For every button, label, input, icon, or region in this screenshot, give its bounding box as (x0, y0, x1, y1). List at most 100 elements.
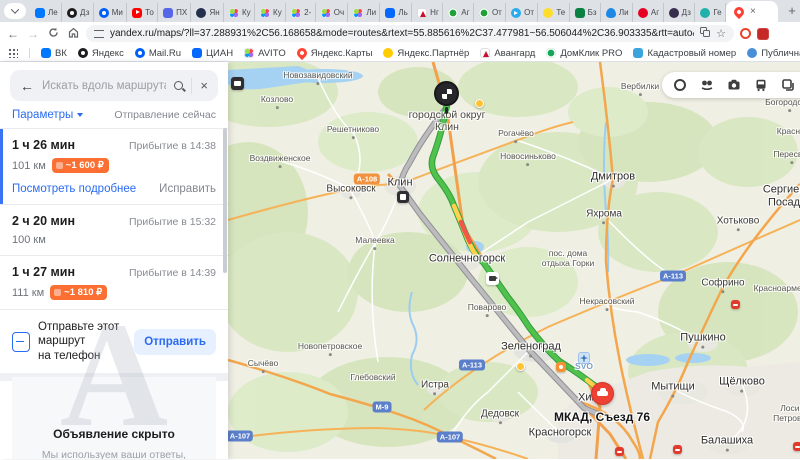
bookmark-label: AVITO (258, 48, 286, 59)
bookmark-item[interactable]: ВК (41, 48, 67, 59)
bookmark-item[interactable]: AVITO (244, 48, 286, 59)
pinned-tab[interactable]: Ку (255, 3, 286, 22)
pinned-tab[interactable]: От (506, 3, 538, 22)
layers-icon[interactable] (778, 75, 798, 95)
pinned-tab[interactable]: Ли (348, 3, 380, 22)
pinned-tab[interactable]: Аг (443, 3, 474, 22)
pinned-tab[interactable]: Дз (62, 3, 94, 22)
back-arrow-icon[interactable]: ← (20, 78, 34, 94)
pinned-tab[interactable]: Те (538, 3, 569, 22)
pinned-tab[interactable]: Ге (695, 3, 726, 22)
sber-favicon (479, 8, 489, 18)
bookmark-item[interactable]: Кадастровый номер (633, 48, 736, 59)
route-arrival: Прибытие в 14:38 (129, 140, 216, 152)
tab-title: От (492, 8, 502, 17)
bookmark-item[interactable]: Яндекс (78, 48, 124, 59)
vk-favicon (35, 8, 45, 18)
bookmark-item[interactable]: Авангард (480, 48, 535, 59)
bookmark-star-icon[interactable]: ☆ (716, 27, 726, 40)
back-button[interactable]: ← (6, 27, 20, 41)
cian-favicon (192, 48, 202, 58)
route-option-1[interactable]: 1 ч 26 мин Прибытие в 14:38 101 км ~1 60… (0, 129, 228, 204)
home-button[interactable] (66, 27, 80, 41)
pinned-tab[interactable]: Ку (224, 3, 255, 22)
transport-icon[interactable] (751, 75, 771, 95)
extension-o-icon[interactable] (740, 28, 751, 39)
pinned-tab[interactable]: Ль (380, 3, 412, 22)
railway-badge-icon[interactable] (793, 442, 800, 451)
search-bar[interactable]: ← × (10, 70, 218, 101)
extension-grid-icon[interactable] (757, 28, 769, 40)
road-badge: А-108 (354, 174, 380, 185)
pinned-tab[interactable]: Дз (664, 3, 696, 22)
pinned-tab[interactable]: То (127, 3, 158, 22)
route-endpoint-marker-mkad[interactable] (591, 382, 614, 405)
translate-icon[interactable] (700, 27, 710, 40)
tab-title: ПХ (176, 8, 187, 17)
road-badge: А-107 (228, 431, 253, 442)
vk-favicon (41, 48, 51, 58)
reload-button[interactable] (46, 27, 60, 41)
send-button[interactable]: Отправить (134, 329, 216, 355)
yellow-pin-icon[interactable] (516, 362, 525, 371)
pinned-tab[interactable]: От (474, 3, 506, 22)
road-badge: А-113 (660, 271, 686, 282)
tab-title: Те (556, 8, 565, 17)
bookmark-item[interactable]: Яндекс.Партнёр (383, 48, 469, 59)
pinned-tab[interactable]: Ли (601, 3, 633, 22)
new-tab-button[interactable]: + (784, 3, 800, 19)
pinned-tab[interactable]: Ми (94, 3, 127, 22)
speed-camera-icon[interactable] (486, 272, 499, 285)
traffic-icon[interactable] (670, 75, 690, 95)
ad-title: Объявление скрыто (12, 427, 216, 441)
bookmark-item[interactable]: ЦИАН (192, 48, 233, 59)
forward-button[interactable]: → (26, 27, 40, 41)
bookmark-item[interactable]: Mail.Ru (135, 48, 181, 59)
active-tab-yandex-maps[interactable]: × (726, 1, 778, 22)
close-icon[interactable]: × (200, 79, 208, 92)
airport-plane-icon[interactable] (578, 352, 590, 364)
railway-badge-icon[interactable] (673, 445, 682, 454)
ad-card[interactable]: Объявление скрыто Мы используем ваши отв… (12, 377, 216, 459)
bookmark-item[interactable]: Яндекс.Карты (297, 48, 373, 59)
url-text[interactable]: yandex.ru/maps/?ll=37.288931%2C56.168658… (110, 28, 694, 39)
search-input[interactable] (42, 80, 166, 92)
pinned-tab[interactable]: Бз (570, 3, 601, 22)
pinned-tab[interactable]: Ле (30, 3, 62, 22)
params-dropdown[interactable]: Параметры (12, 109, 83, 121)
railway-badge-icon[interactable] (731, 300, 740, 309)
tab-search-button[interactable] (4, 3, 26, 19)
bookmark-label: ЦИАН (206, 48, 233, 59)
map-canvas[interactable]: НовозавидовскийКозловоРешетниковоВоздвиж… (228, 62, 800, 459)
pinned-tab[interactable]: 2- (286, 3, 316, 22)
divider (29, 48, 30, 58)
pinned-tab[interactable]: Оч (316, 3, 349, 22)
close-tab-icon[interactable]: × (750, 7, 756, 17)
departure-time-label[interactable]: Отправление сейчас (114, 109, 216, 121)
route-details-link[interactable]: Посмотреть подробнее (12, 183, 136, 195)
pinned-tab[interactable]: Аг (633, 3, 664, 22)
yellow-pin-icon[interactable] (475, 99, 484, 108)
apps-grid-icon[interactable] (8, 48, 18, 58)
avito-favicon (321, 8, 331, 18)
pinned-tab[interactable]: Нг (412, 3, 443, 22)
site-settings-icon[interactable] (94, 30, 104, 38)
search-icon[interactable] (174, 81, 183, 90)
sidebar-scrollbar[interactable] (223, 128, 227, 273)
route-endpoint-marker-klin[interactable] (434, 81, 459, 106)
bookmark-item[interactable]: Публичная кадастр... (747, 48, 800, 59)
pinned-tab[interactable]: Ян (191, 3, 223, 22)
panoramas-icon[interactable] (697, 75, 717, 95)
railway-badge-icon[interactable] (615, 447, 624, 456)
route-option-2[interactable]: 2 ч 20 мин Прибытие в 15:32 100 км (0, 205, 228, 255)
pinned-tab[interactable]: ПХ (158, 3, 191, 22)
route-option-3[interactable]: 1 ч 27 мин Прибытие в 14:39 111 км ~1 81… (0, 256, 228, 309)
dark-map-badge-icon[interactable] (231, 77, 244, 90)
road-event-icon[interactable] (556, 362, 566, 372)
train-station-icon[interactable] (397, 191, 409, 203)
bookmark-item[interactable]: ДомКлик PRO (546, 48, 622, 59)
address-bar[interactable]: yandex.ru/maps/?ll=37.288931%2C56.168658… (86, 25, 734, 42)
route-edit-link[interactable]: Исправить (159, 183, 216, 195)
toll-badge: ~1 600 ₽ (52, 158, 109, 173)
photos-icon[interactable] (724, 75, 744, 95)
